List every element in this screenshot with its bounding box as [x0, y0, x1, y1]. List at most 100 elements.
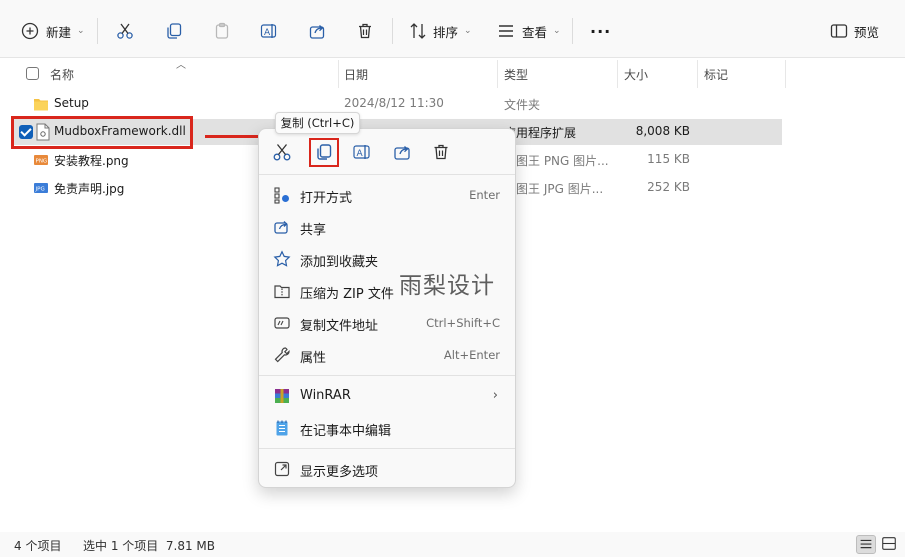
paste-button[interactable] — [212, 17, 232, 45]
column-divider[interactable] — [785, 60, 786, 88]
svg-text:JPG: JPG — [35, 187, 45, 193]
zip-folder-icon — [273, 282, 291, 300]
share-icon — [309, 25, 325, 39]
preview-pane-button[interactable]: 预览 — [829, 17, 879, 45]
tiles-view-button[interactable] — [880, 535, 900, 554]
file-type: 看图王 JPG 图片... — [504, 182, 604, 196]
menu-item-label: WinRAR — [300, 388, 351, 403]
menu-item-label: 添加到收藏夹 — [300, 255, 379, 270]
scissors-icon — [117, 23, 133, 39]
star-icon — [273, 250, 291, 268]
details-view-button[interactable] — [856, 535, 876, 554]
column-divider[interactable] — [338, 60, 339, 88]
share-icon — [394, 146, 410, 160]
file-type: 看图王 PNG 图片... — [504, 154, 609, 168]
sort-ascending-icon: ︿ — [176, 60, 186, 71]
menu-item-label: 压缩为 ZIP 文件 — [300, 287, 394, 302]
menu-item-label: 共享 — [300, 223, 327, 238]
svg-text:PNG: PNG — [36, 159, 48, 165]
delete-button[interactable] — [355, 17, 375, 45]
expand-icon — [273, 460, 291, 478]
preview-pane-icon — [830, 24, 848, 38]
file-name: 免责声明.jpg — [54, 182, 125, 196]
column-divider[interactable] — [497, 60, 498, 88]
share-icon — [273, 218, 291, 236]
scissors-icon — [273, 144, 291, 161]
menu-item-edit-notepad[interactable]: 在记事本中编辑 — [259, 413, 515, 443]
chevron-down-icon: ⌄ — [464, 26, 472, 36]
menu-item-label: 显示更多选项 — [300, 465, 379, 480]
copy-icon — [167, 23, 182, 39]
highlight-box-copy — [309, 138, 339, 167]
menu-item-shortcut: Enter — [469, 188, 500, 202]
png-file-icon: PNG — [34, 155, 48, 165]
menu-item-properties[interactable]: 属性 Alt+Enter — [259, 340, 515, 370]
column-header-date[interactable]: 日期 — [344, 60, 368, 88]
toolbar-divider — [97, 18, 98, 44]
preview-label: 预览 — [854, 24, 880, 40]
svg-text:A: A — [264, 28, 271, 38]
clipboard-icon — [215, 22, 229, 39]
column-divider[interactable] — [617, 60, 618, 88]
menu-item-shortcut: Alt+Enter — [443, 348, 500, 362]
toolbar-divider — [572, 18, 573, 44]
select-all-checkbox[interactable] — [26, 67, 39, 80]
file-name: Setup — [54, 96, 89, 110]
cut-button[interactable] — [115, 17, 135, 45]
watermark-text: 雨梨设计 — [399, 273, 495, 299]
file-size: 252 KB — [647, 180, 690, 194]
share-menu-button[interactable] — [391, 141, 413, 163]
menu-item-winrar[interactable]: WinRAR › — [259, 381, 515, 411]
sort-icon — [410, 23, 426, 39]
plus-circle-icon — [21, 22, 39, 40]
file-type: 文件夹 — [504, 98, 541, 112]
copy-button[interactable] — [164, 17, 184, 45]
column-divider[interactable] — [697, 60, 698, 88]
tiles-view-icon — [882, 537, 896, 550]
column-header-size[interactable]: 大小 — [624, 60, 648, 88]
status-bar: 4 个项目 选中 1 个项目 7.81 MB — [0, 532, 905, 557]
copy-path-icon — [273, 314, 291, 332]
more-options-button[interactable]: ··· — [590, 17, 611, 45]
menu-item-label: 复制文件地址 — [300, 319, 379, 334]
open-with-icon — [273, 186, 291, 204]
file-size: 8,008 KB — [635, 124, 690, 138]
file-size: 115 KB — [647, 152, 690, 166]
chevron-right-icon: › — [492, 388, 498, 403]
details-view-icon — [860, 539, 872, 549]
context-menu-quick-actions: A — [259, 129, 515, 175]
list-item[interactable]: Setup 2024/8/12 11:30 文件夹 — [12, 91, 782, 117]
view-button[interactable]: 查看 ⌄ — [496, 17, 561, 45]
column-header-tags[interactable]: 标记 — [704, 60, 728, 88]
cut-menu-button[interactable] — [271, 141, 293, 163]
trash-icon — [359, 23, 371, 39]
rename-menu-button[interactable]: A — [351, 141, 373, 163]
context-menu: A 打开方式 Enter 共享 添加到收藏夹 压缩为 ZIP 文件 复制文件地址… — [258, 128, 516, 488]
menu-item-more-options[interactable]: 显示更多选项 — [259, 454, 515, 484]
menu-item-copy-path[interactable]: 复制文件地址 Ctrl+Shift+C — [259, 308, 515, 338]
menu-item-share[interactable]: 共享 — [259, 212, 515, 242]
folder-icon — [34, 99, 48, 111]
menu-item-shortcut: Ctrl+Shift+C — [426, 316, 500, 330]
share-button[interactable] — [307, 17, 327, 45]
rename-button[interactable]: A — [259, 17, 279, 45]
menu-item-open-with[interactable]: 打开方式 Enter — [259, 180, 515, 210]
rename-icon: A — [353, 145, 370, 159]
file-date: 2024/8/12 11:30 — [344, 96, 444, 110]
highlight-box-file — [11, 116, 193, 149]
status-selection: 选中 1 个项目 7.81 MB — [83, 539, 216, 553]
column-header-type[interactable]: 类型 — [504, 60, 528, 88]
sort-button[interactable]: 排序 ⌄ — [408, 17, 472, 45]
delete-menu-button[interactable] — [430, 141, 452, 163]
notepad-icon — [273, 419, 291, 437]
new-button[interactable]: 新建 ⌄ — [20, 17, 85, 45]
menu-item-label: 属性 — [300, 351, 327, 366]
view-label: 查看 — [522, 24, 548, 40]
status-item-count: 4 个项目 — [14, 539, 62, 553]
jpg-file-icon: JPG — [34, 183, 48, 193]
chevron-down-icon: ⌄ — [553, 26, 561, 36]
sort-label: 排序 — [433, 24, 459, 40]
menu-divider — [259, 448, 515, 449]
column-header-name[interactable]: 名称 — [50, 60, 74, 88]
new-label: 新建 — [46, 24, 72, 40]
